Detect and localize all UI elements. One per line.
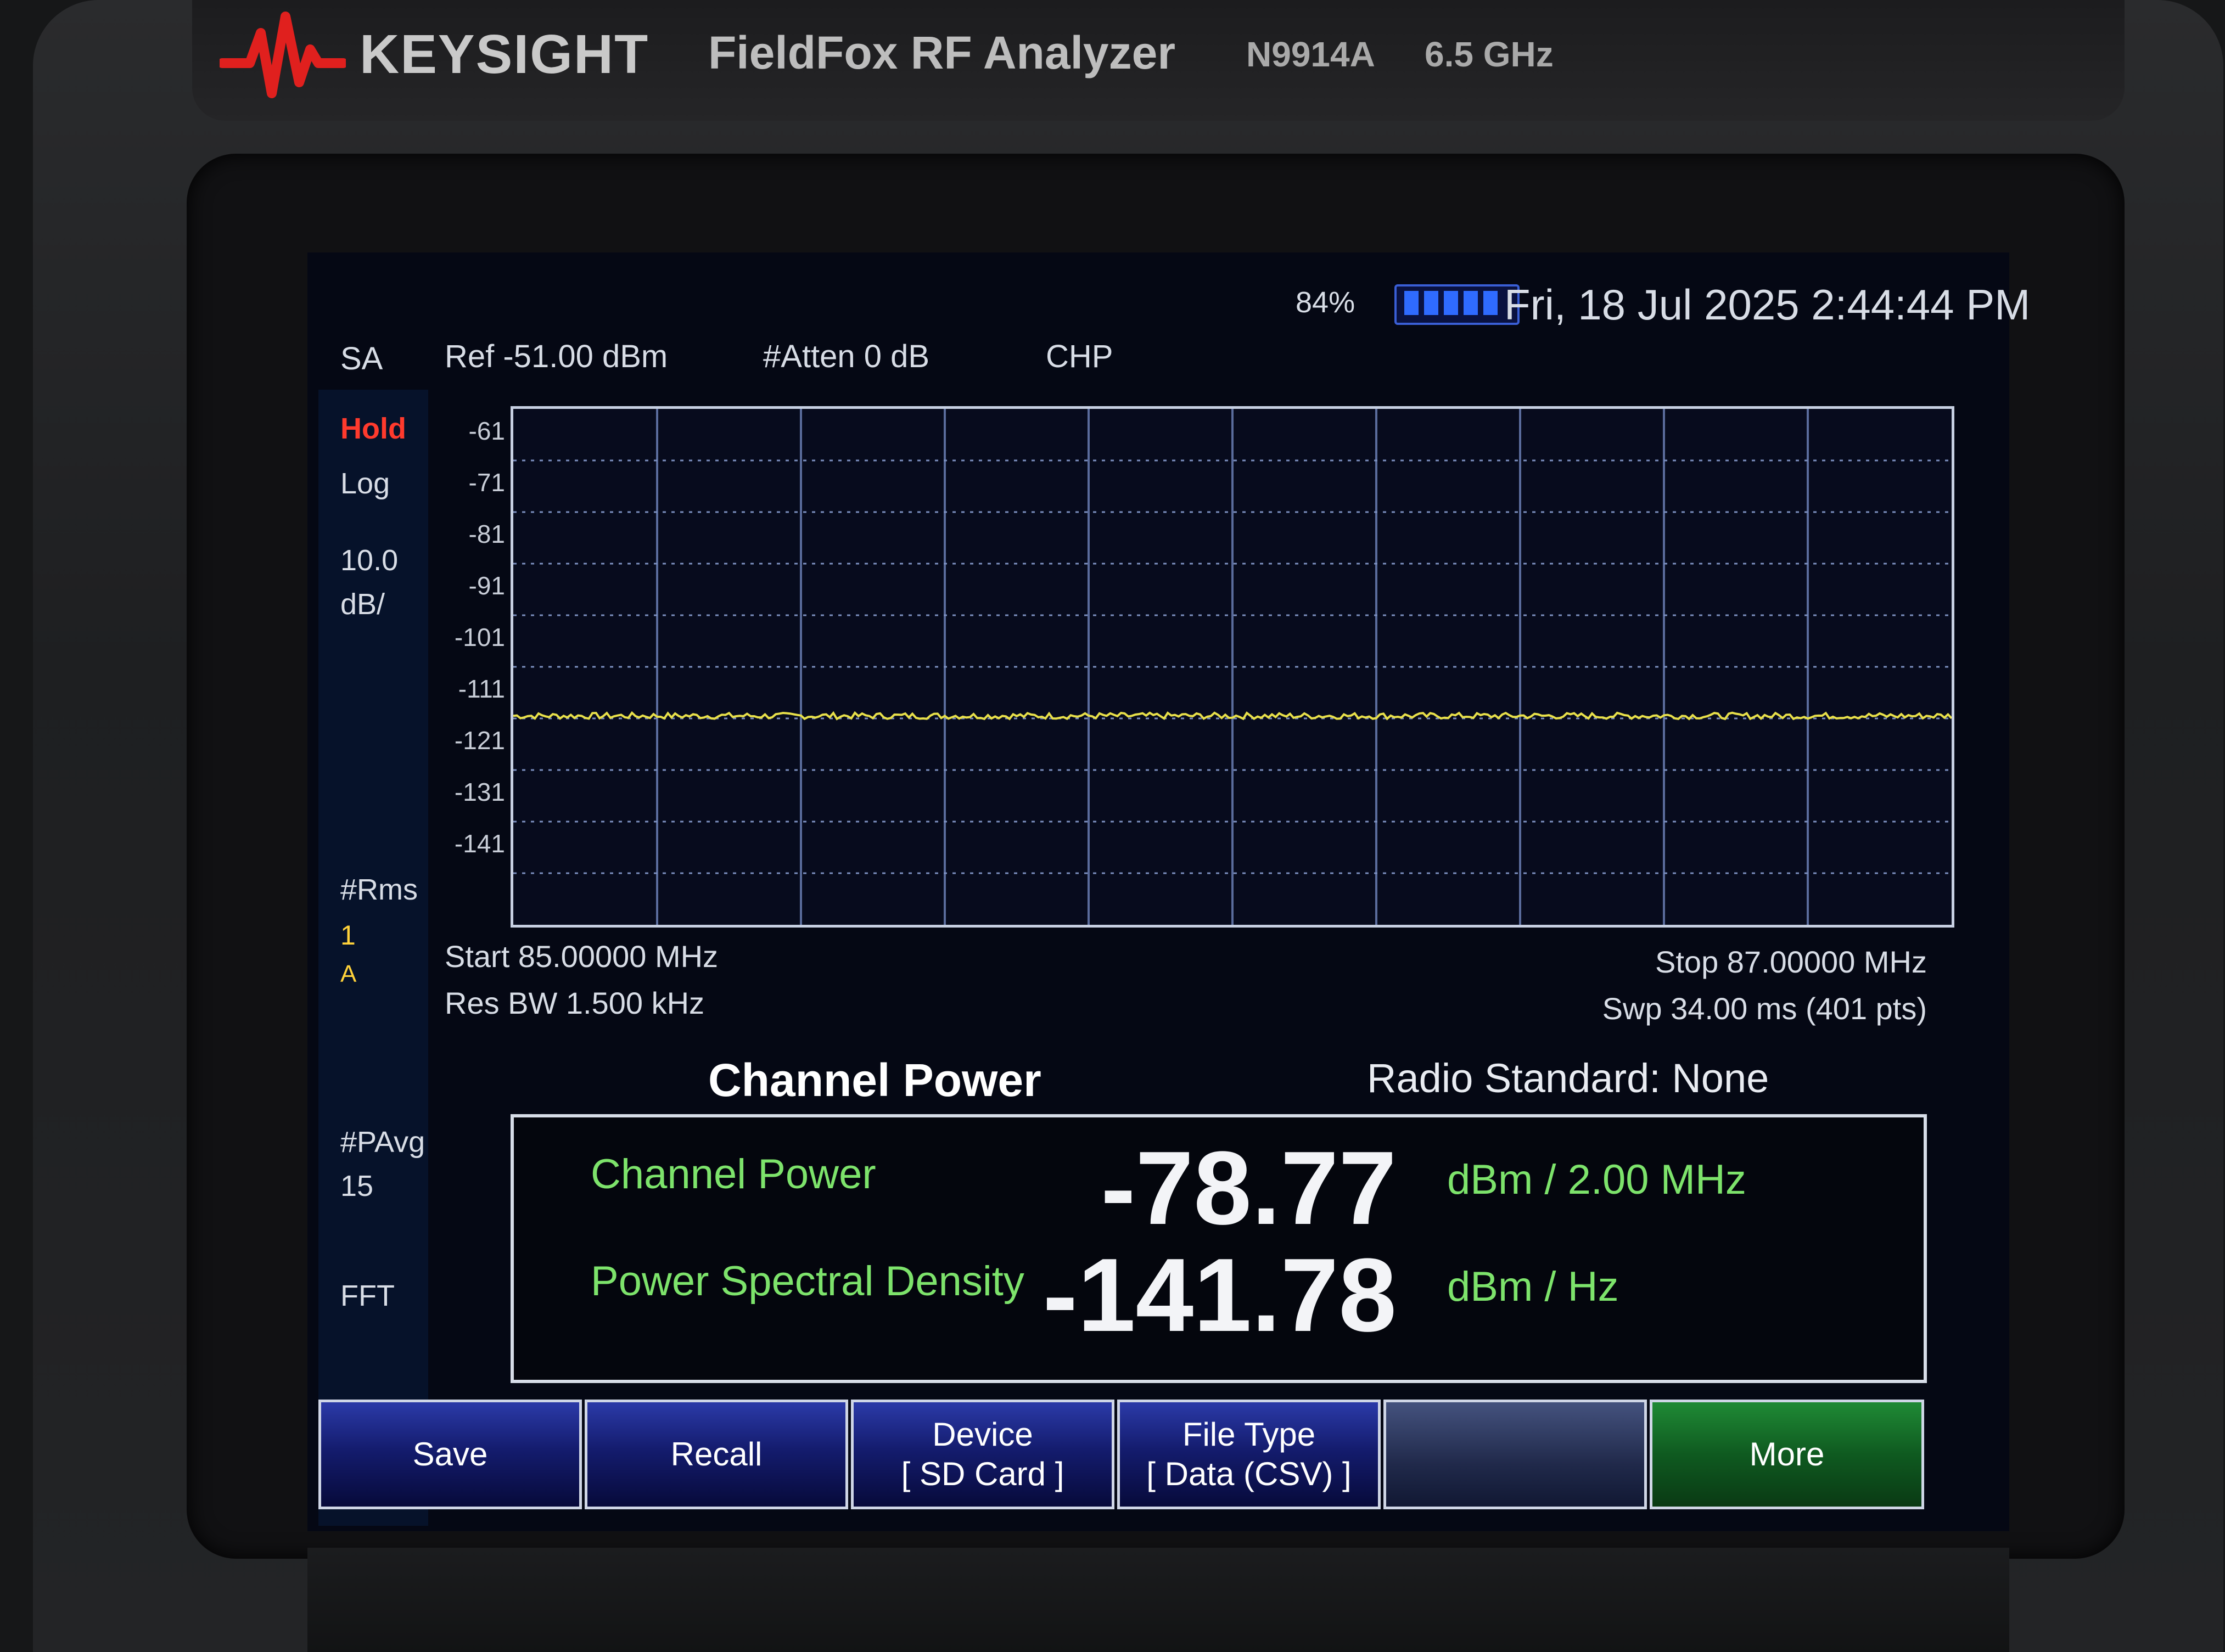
- keysight-logo-icon: [220, 12, 346, 98]
- attenuation[interactable]: #Atten 0 dB: [763, 338, 929, 375]
- y-tick-label: -61: [468, 417, 505, 445]
- file-type-softkey[interactable]: File Type [ Data (CSV) ]: [1117, 1400, 1381, 1509]
- blank-softkey[interactable]: [1383, 1400, 1647, 1509]
- radio-standard: Radio Standard: None: [1367, 1055, 1769, 1101]
- detector-label: #Rms: [340, 873, 418, 906]
- y-tick-label: -121: [454, 726, 505, 755]
- product-name: FieldFox RF Analyzer: [708, 27, 1176, 78]
- hold-indicator: Hold: [340, 412, 406, 445]
- y-tick-label: -111: [458, 675, 505, 703]
- trace-number: 1: [340, 920, 356, 951]
- recall-softkey[interactable]: Recall: [585, 1400, 848, 1509]
- measurement-label: CHP: [1046, 339, 1113, 374]
- ref-level[interactable]: Ref -51.00 dBm: [445, 338, 668, 375]
- device-softkey-value: [ SD Card ]: [901, 1456, 1064, 1492]
- analyzer-screen: 84% Fri, 18 Jul 2025 2:44:44 PM SA Ref -…: [307, 252, 2030, 1531]
- trace-mode: A: [340, 960, 357, 987]
- y-tick-label: -101: [454, 623, 505, 651]
- mode-label: SA: [340, 341, 383, 377]
- y-tick-label: -131: [454, 778, 505, 806]
- y-tick-label: -141: [454, 829, 505, 858]
- channel-power-unit: dBm / 2.00 MHz: [1447, 1156, 1746, 1203]
- scale-div-value: 10.0: [340, 544, 399, 577]
- start-frequency[interactable]: Start 85.00000 MHz: [445, 939, 718, 974]
- battery-icon: [1394, 284, 1520, 325]
- psd-unit: dBm / Hz: [1447, 1263, 1619, 1310]
- channel-power-value: -78.77: [1101, 1130, 1397, 1246]
- device-softkey-label: Device: [932, 1416, 1033, 1453]
- max-frequency: 6.5 GHz: [1425, 35, 1554, 74]
- channel-power-label: Channel Power: [591, 1151, 876, 1198]
- model-number: N9914A: [1246, 35, 1375, 74]
- hardkey-strip: [307, 1548, 2009, 1652]
- brand-name: KEYSIGHT: [360, 24, 649, 85]
- recall-softkey-label: Recall: [670, 1436, 763, 1473]
- scale-div-unit: dB/: [340, 588, 385, 621]
- more-softkey[interactable]: More: [1650, 1400, 1924, 1509]
- resolution-bandwidth[interactable]: Res BW 1.500 kHz: [445, 985, 704, 1021]
- spectrum-plot: [513, 409, 1952, 925]
- power-avg-count: 15: [340, 1170, 374, 1203]
- measurement-title: Channel Power: [708, 1054, 1041, 1106]
- save-softkey[interactable]: Save: [318, 1400, 582, 1509]
- battery-percent: 84%: [1296, 286, 1355, 319]
- date-time: Fri, 18 Jul 2025 2:44:44 PM: [1504, 280, 2031, 329]
- psd-value: -141.78: [1043, 1237, 1397, 1353]
- scale-type: Log: [340, 467, 390, 500]
- stop-frequency[interactable]: Stop 87.00000 MHz: [1655, 944, 1927, 980]
- y-tick-label: -81: [468, 520, 505, 548]
- save-softkey-label: Save: [412, 1436, 488, 1473]
- y-tick-label: -91: [468, 571, 505, 600]
- psd-label: Power Spectral Density: [591, 1258, 1024, 1305]
- more-softkey-label: More: [1749, 1436, 1825, 1473]
- sweep-type: FFT: [340, 1279, 395, 1312]
- y-tick-label: -71: [468, 468, 505, 497]
- sweep-time[interactable]: Swp 34.00 ms (401 pts): [1602, 991, 1927, 1026]
- file-type-softkey-label: File Type: [1182, 1416, 1316, 1453]
- file-type-softkey-value: [ Data (CSV) ]: [1146, 1456, 1352, 1492]
- power-avg-label: #PAvg: [340, 1126, 425, 1159]
- results-panel: Channel Power -78.77 dBm / 2.00 MHz Powe…: [511, 1114, 1927, 1383]
- spectrum-graticule[interactable]: [511, 406, 1954, 928]
- device-softkey[interactable]: Device [ SD Card ]: [851, 1400, 1114, 1509]
